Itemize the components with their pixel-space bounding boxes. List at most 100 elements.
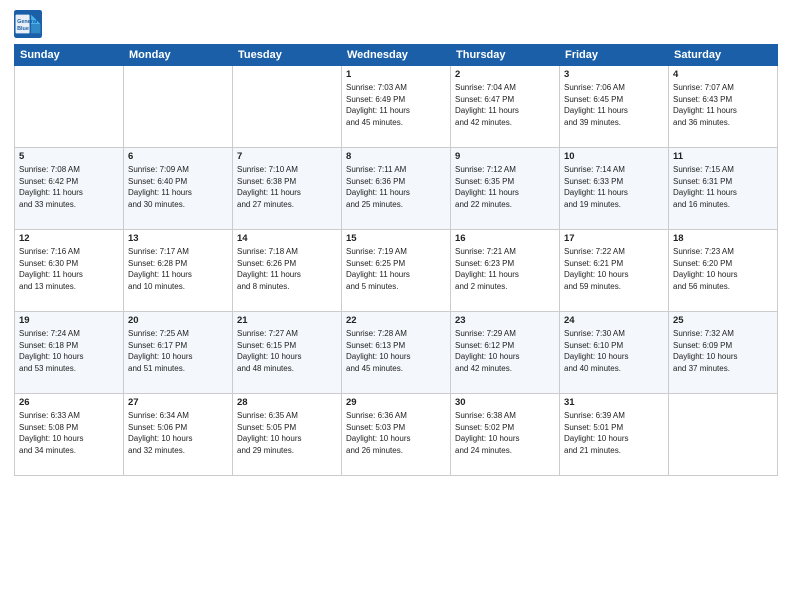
day-number: 31 xyxy=(564,397,664,408)
day-number: 5 xyxy=(19,151,119,162)
day-info: Sunrise: 6:33 AM Sunset: 5:08 PM Dayligh… xyxy=(19,410,119,456)
day-cell: 2Sunrise: 7:04 AM Sunset: 6:47 PM Daylig… xyxy=(451,66,560,148)
day-info: Sunrise: 7:11 AM Sunset: 6:36 PM Dayligh… xyxy=(346,164,446,210)
day-info: Sunrise: 7:28 AM Sunset: 6:13 PM Dayligh… xyxy=(346,328,446,374)
day-cell: 3 Sunrise: 7:06 AM Sunset: 6:45 PM Daylig… xyxy=(560,66,669,148)
day-cell: 26 Sunrise: 6:33 AM Sunset: 5:08 PM Dayli… xyxy=(15,394,124,476)
header-cell-tuesday: Tuesday xyxy=(233,45,342,66)
day-number: 23 xyxy=(455,315,555,326)
day-cell: 14 Sunrise: 7:18 AM Sunset: 6:26 PM Dayli… xyxy=(233,230,342,312)
day-cell: 21 Sunrise: 7:27 AM Sunset: 6:15 PM Dayli… xyxy=(233,312,342,394)
day-number: 17 xyxy=(564,233,664,244)
header-cell-saturday: Saturday xyxy=(669,45,778,66)
calendar-page: General Blue SundayMondayTuesdayWednesda… xyxy=(0,0,792,612)
day-number: 25 xyxy=(673,315,773,326)
day-info: Sunrise: 7:07 AM Sunset: 6:43 PM Dayligh… xyxy=(673,82,773,128)
day-cell: 10 Sunrise: 7:14 AM Sunset: 6:33 PM Dayli… xyxy=(560,148,669,230)
day-cell: 31 Sunrise: 6:39 AM Sunset: 5:01 PM Dayli… xyxy=(560,394,669,476)
week-row-1: 1 Sunrise: 7:03 AM Sunset: 6:49 PM Daylig… xyxy=(15,66,778,148)
day-cell: 19 Sunrise: 7:24 AM Sunset: 6:18 PM Dayli… xyxy=(15,312,124,394)
day-info: Sunrise: 6:36 AM Sunset: 5:03 PM Dayligh… xyxy=(346,410,446,456)
day-cell: 8Sunrise: 7:11 AM Sunset: 6:36 PM Daylig… xyxy=(342,148,451,230)
svg-text:Blue: Blue xyxy=(17,26,29,32)
day-info: Sunrise: 6:35 AM Sunset: 5:05 PM Dayligh… xyxy=(237,410,337,456)
day-info: Sunrise: 6:34 AM Sunset: 5:06 PM Dayligh… xyxy=(128,410,228,456)
week-row-4: 19 Sunrise: 7:24 AM Sunset: 6:18 PM Dayli… xyxy=(15,312,778,394)
day-cell xyxy=(15,66,124,148)
logo: General Blue xyxy=(14,10,42,38)
day-cell: 28Sunrise: 6:35 AM Sunset: 5:05 PM Dayli… xyxy=(233,394,342,476)
day-number: 9 xyxy=(455,151,555,162)
day-number: 10 xyxy=(564,151,664,162)
day-info: Sunrise: 7:14 AM Sunset: 6:33 PM Dayligh… xyxy=(564,164,664,210)
day-number: 22 xyxy=(346,315,446,326)
day-number: 15 xyxy=(346,233,446,244)
day-info: Sunrise: 7:16 AM Sunset: 6:30 PM Dayligh… xyxy=(19,246,119,292)
day-cell: 7 Sunrise: 7:10 AM Sunset: 6:38 PM Daylig… xyxy=(233,148,342,230)
day-number: 13 xyxy=(128,233,228,244)
day-number: 7 xyxy=(237,151,337,162)
header-cell-friday: Friday xyxy=(560,45,669,66)
day-cell: 16Sunrise: 7:21 AM Sunset: 6:23 PM Dayli… xyxy=(451,230,560,312)
day-info: Sunrise: 7:03 AM Sunset: 6:49 PM Dayligh… xyxy=(346,82,446,128)
day-cell xyxy=(124,66,233,148)
day-number: 27 xyxy=(128,397,228,408)
day-number: 11 xyxy=(673,151,773,162)
day-info: Sunrise: 7:29 AM Sunset: 6:12 PM Dayligh… xyxy=(455,328,555,374)
day-cell: 12 Sunrise: 7:16 AM Sunset: 6:30 PM Dayli… xyxy=(15,230,124,312)
day-info: Sunrise: 7:08 AM Sunset: 6:42 PM Dayligh… xyxy=(19,164,119,210)
day-cell: 30 Sunrise: 6:38 AM Sunset: 5:02 PM Dayli… xyxy=(451,394,560,476)
day-cell: 6 Sunrise: 7:09 AM Sunset: 6:40 PM Daylig… xyxy=(124,148,233,230)
day-number: 26 xyxy=(19,397,119,408)
day-number: 1 xyxy=(346,69,446,80)
day-info: Sunrise: 7:23 AM Sunset: 6:20 PM Dayligh… xyxy=(673,246,773,292)
day-cell: 29Sunrise: 6:36 AM Sunset: 5:03 PM Dayli… xyxy=(342,394,451,476)
day-cell: 11 Sunrise: 7:15 AM Sunset: 6:31 PM Dayli… xyxy=(669,148,778,230)
day-info: Sunrise: 7:30 AM Sunset: 6:10 PM Dayligh… xyxy=(564,328,664,374)
day-number: 4 xyxy=(673,69,773,80)
day-cell: 20Sunrise: 7:25 AM Sunset: 6:17 PM Dayli… xyxy=(124,312,233,394)
day-cell: 25 Sunrise: 7:32 AM Sunset: 6:09 PM Dayli… xyxy=(669,312,778,394)
day-info: Sunrise: 7:19 AM Sunset: 6:25 PM Dayligh… xyxy=(346,246,446,292)
day-info: Sunrise: 7:24 AM Sunset: 6:18 PM Dayligh… xyxy=(19,328,119,374)
day-info: Sunrise: 6:39 AM Sunset: 5:01 PM Dayligh… xyxy=(564,410,664,456)
header-cell-thursday: Thursday xyxy=(451,45,560,66)
header-cell-sunday: Sunday xyxy=(15,45,124,66)
day-cell: 17 Sunrise: 7:22 AM Sunset: 6:21 PM Dayli… xyxy=(560,230,669,312)
day-number: 12 xyxy=(19,233,119,244)
day-number: 19 xyxy=(19,315,119,326)
day-info: Sunrise: 7:06 AM Sunset: 6:45 PM Dayligh… xyxy=(564,82,664,128)
day-info: Sunrise: 6:38 AM Sunset: 5:02 PM Dayligh… xyxy=(455,410,555,456)
day-cell: 18 Sunrise: 7:23 AM Sunset: 6:20 PM Dayli… xyxy=(669,230,778,312)
day-info: Sunrise: 7:22 AM Sunset: 6:21 PM Dayligh… xyxy=(564,246,664,292)
day-info: Sunrise: 7:18 AM Sunset: 6:26 PM Dayligh… xyxy=(237,246,337,292)
day-cell: 24 Sunrise: 7:30 AM Sunset: 6:10 PM Dayli… xyxy=(560,312,669,394)
day-cell: 23 Sunrise: 7:29 AM Sunset: 6:12 PM Dayli… xyxy=(451,312,560,394)
day-info: Sunrise: 7:27 AM Sunset: 6:15 PM Dayligh… xyxy=(237,328,337,374)
day-info: Sunrise: 7:10 AM Sunset: 6:38 PM Dayligh… xyxy=(237,164,337,210)
day-number: 6 xyxy=(128,151,228,162)
day-info: Sunrise: 7:09 AM Sunset: 6:40 PM Dayligh… xyxy=(128,164,228,210)
day-cell: 13 Sunrise: 7:17 AM Sunset: 6:28 PM Dayli… xyxy=(124,230,233,312)
calendar-table: SundayMondayTuesdayWednesdayThursdayFrid… xyxy=(14,44,778,476)
header-cell-monday: Monday xyxy=(124,45,233,66)
day-number: 30 xyxy=(455,397,555,408)
day-cell xyxy=(669,394,778,476)
day-number: 24 xyxy=(564,315,664,326)
header: General Blue xyxy=(14,10,778,38)
day-number: 14 xyxy=(237,233,337,244)
week-row-3: 12 Sunrise: 7:16 AM Sunset: 6:30 PM Dayli… xyxy=(15,230,778,312)
week-row-2: 5 Sunrise: 7:08 AM Sunset: 6:42 PM Daylig… xyxy=(15,148,778,230)
day-info: Sunrise: 7:25 AM Sunset: 6:17 PM Dayligh… xyxy=(128,328,228,374)
week-row-5: 26 Sunrise: 6:33 AM Sunset: 5:08 PM Dayli… xyxy=(15,394,778,476)
day-number: 3 xyxy=(564,69,664,80)
day-info: Sunrise: 7:04 AM Sunset: 6:47 PM Dayligh… xyxy=(455,82,555,128)
day-info: Sunrise: 7:15 AM Sunset: 6:31 PM Dayligh… xyxy=(673,164,773,210)
day-info: Sunrise: 7:32 AM Sunset: 6:09 PM Dayligh… xyxy=(673,328,773,374)
day-cell: 1 Sunrise: 7:03 AM Sunset: 6:49 PM Daylig… xyxy=(342,66,451,148)
day-info: Sunrise: 7:17 AM Sunset: 6:28 PM Dayligh… xyxy=(128,246,228,292)
header-row: SundayMondayTuesdayWednesdayThursdayFrid… xyxy=(15,45,778,66)
day-info: Sunrise: 7:12 AM Sunset: 6:35 PM Dayligh… xyxy=(455,164,555,210)
day-number: 18 xyxy=(673,233,773,244)
day-number: 21 xyxy=(237,315,337,326)
